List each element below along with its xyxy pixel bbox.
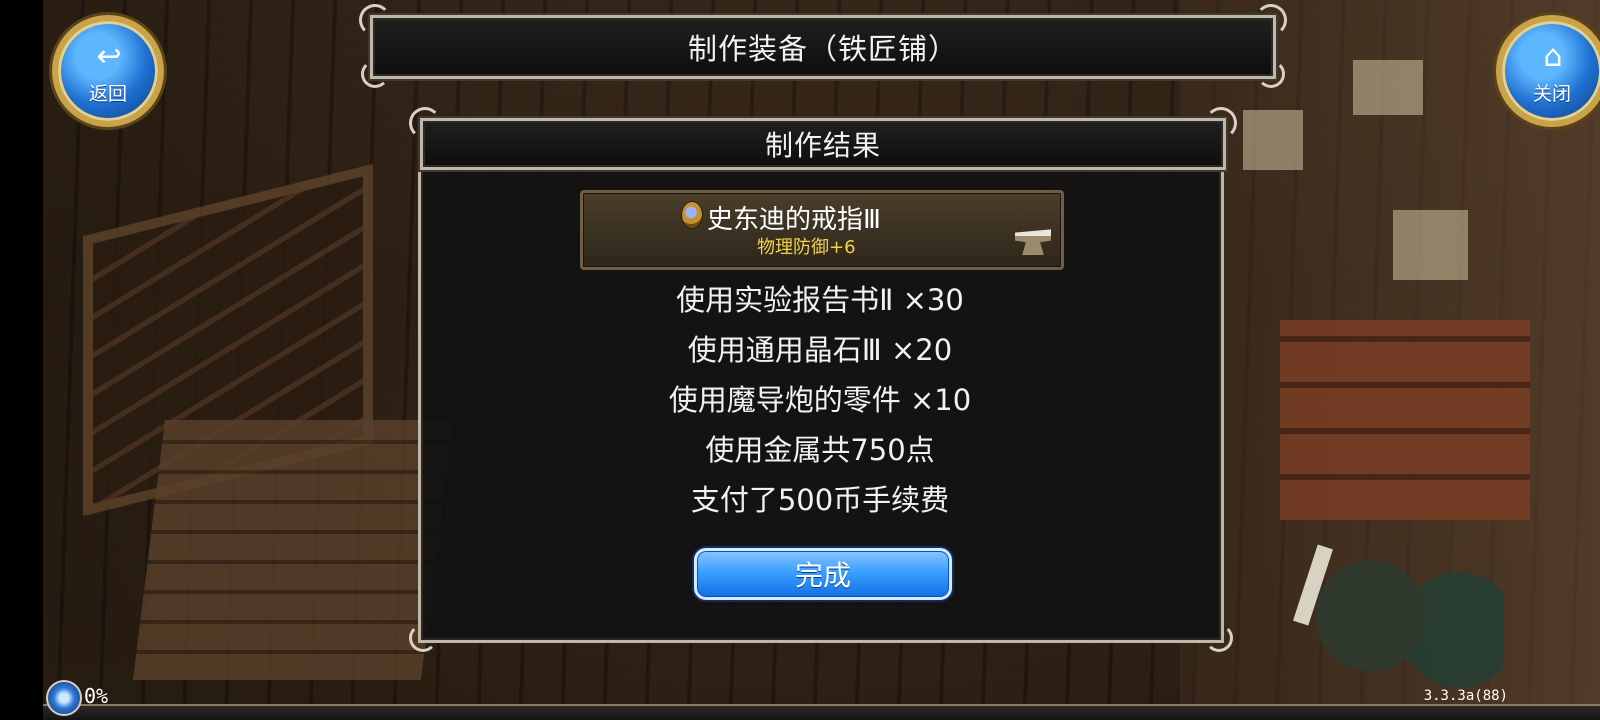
result-details: 使用实验报告书Ⅱ ×30 使用通用晶石Ⅲ ×20 使用魔导炮的零件 ×10 使用… (420, 275, 1220, 525)
loading-ring-icon (46, 680, 82, 716)
page-title: 制作装备（铁匠铺） (687, 32, 958, 66)
done-button[interactable]: 完成 (694, 548, 952, 600)
item-name: 史东迪的戒指Ⅲ (707, 205, 881, 235)
item-stat: 物理防御+6 (757, 237, 856, 258)
close-button-label: 关闭 (1532, 83, 1571, 105)
result-line: 支付了500币手续费 (690, 483, 950, 517)
frame-ornament (1257, 60, 1285, 88)
wall-paper (1243, 110, 1303, 170)
back-button-label: 返回 (88, 83, 127, 105)
frame-ornament (409, 624, 437, 652)
wall-paper (1353, 60, 1423, 115)
result-line: 使用金属共750点 (705, 433, 935, 467)
wall-paper (1393, 210, 1468, 280)
result-line: 使用魔导炮的零件 ×10 (668, 383, 972, 417)
frame-ornament (361, 60, 389, 88)
anvil-icon (1015, 229, 1051, 255)
status-bar (43, 704, 1600, 720)
wooden-crates (133, 420, 453, 680)
ring-icon (681, 201, 703, 229)
return-arrow-icon: ↩ (96, 38, 122, 74)
crafted-item-card: 史东迪的戒指Ⅲ 物理防御+6 (580, 190, 1064, 270)
result-line: 使用实验报告书Ⅱ ×30 (676, 283, 964, 317)
result-header-bar: 制作结果 (409, 107, 1237, 170)
version-label: 3.3.3a(88) (1423, 688, 1508, 704)
red-steps (1280, 320, 1530, 520)
result-title: 制作结果 (764, 129, 881, 162)
close-button[interactable]: ⌂ 关闭 (1496, 15, 1600, 127)
frame-ornament (1205, 624, 1233, 652)
progress-percent: 0% (84, 684, 109, 708)
home-icon: ⌂ (1543, 38, 1563, 74)
left-black-strip (0, 0, 43, 720)
result-line: 使用通用晶石Ⅲ ×20 (687, 333, 953, 367)
game-screen: 制作装备（铁匠铺） 制作结果 史东迪的戒指Ⅲ 物理防御+6 使用实验报告书Ⅱ ×… (0, 0, 1600, 720)
back-button[interactable]: ↩ 返回 (52, 15, 164, 127)
title-bar: 制作装备（铁匠铺） (359, 4, 1287, 88)
